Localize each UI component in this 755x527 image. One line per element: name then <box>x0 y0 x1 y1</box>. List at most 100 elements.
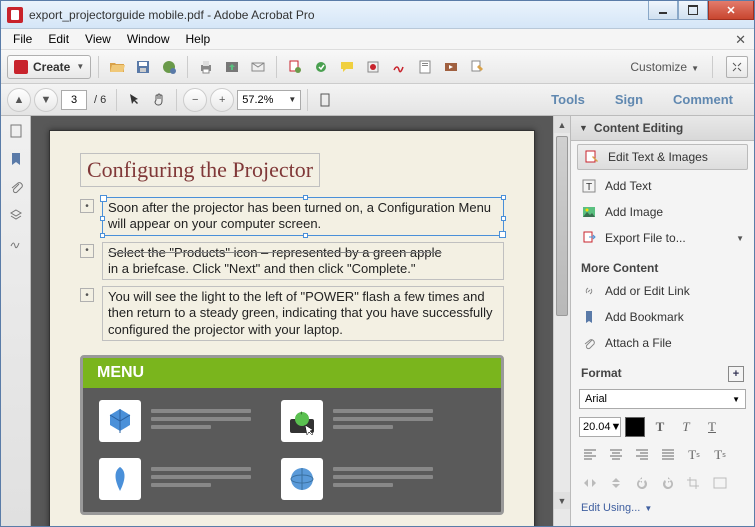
document-area[interactable]: Configuring the Projector • Soon after t… <box>31 116 553 526</box>
page-down-button[interactable]: ▼ <box>34 88 58 112</box>
scroll-down-icon[interactable]: ▼ <box>554 492 570 509</box>
flip-v-icon[interactable] <box>605 473 627 493</box>
scroll-thumb[interactable] <box>556 136 568 316</box>
layers-icon[interactable] <box>7 206 25 224</box>
tool-label: Add Text <box>605 179 651 193</box>
menu-file[interactable]: File <box>5 30 40 48</box>
select-tool-icon[interactable] <box>123 89 145 111</box>
menu-window[interactable]: Window <box>119 30 178 48</box>
email-icon[interactable] <box>247 56 269 78</box>
share-icon[interactable] <box>221 56 243 78</box>
signatures-icon[interactable] <box>7 234 25 252</box>
minimize-button[interactable] <box>648 1 678 20</box>
zoom-out-button[interactable]: − <box>183 88 207 112</box>
page-total: / 6 <box>90 94 110 106</box>
menu-view[interactable]: View <box>77 30 119 48</box>
hand-tool-icon[interactable] <box>148 89 170 111</box>
document-close-icon[interactable]: ✕ <box>735 32 746 48</box>
align-left-icon[interactable] <box>579 445 601 465</box>
font-size-input[interactable]: 20.04▼ <box>579 417 621 437</box>
tool-add-text[interactable]: TAdd Text <box>571 173 754 199</box>
expand-toolbar-icon[interactable] <box>726 56 748 78</box>
chevron-down-icon: ▼ <box>691 64 699 73</box>
heading-text[interactable]: Configuring the Projector <box>80 153 320 187</box>
replace-image-icon[interactable] <box>709 473 731 493</box>
tool-add-bookmark[interactable]: Add Bookmark <box>571 304 754 330</box>
section-more-content: More Content <box>571 255 754 278</box>
panel-header-content-editing[interactable]: ▼Content Editing <box>571 116 754 141</box>
font-value: Arial <box>585 393 607 405</box>
edit-using-link[interactable]: Edit Using...▼ <box>571 497 754 519</box>
crop-icon[interactable] <box>683 473 705 493</box>
flip-h-icon[interactable] <box>579 473 601 493</box>
outline-checkbox-row[interactable]: ✓Outline Text & Images <box>571 523 754 526</box>
paragraph-box[interactable]: You will see the light to the left of "P… <box>102 286 504 341</box>
underline-icon[interactable]: T <box>701 417 723 437</box>
close-button[interactable] <box>708 1 754 20</box>
bullet-marker[interactable]: • <box>80 288 94 302</box>
thumbnails-icon[interactable] <box>7 122 25 140</box>
bookmarks-icon[interactable] <box>7 150 25 168</box>
rotate-cw-icon[interactable] <box>657 473 679 493</box>
menu-edit[interactable]: Edit <box>40 30 77 48</box>
page-number-input[interactable] <box>61 90 87 110</box>
edit-tool-icon[interactable] <box>466 56 488 78</box>
font-family-select[interactable]: Arial▼ <box>579 389 746 409</box>
tool-attach-file[interactable]: Attach a File <box>571 330 754 356</box>
expand-format-icon[interactable]: + <box>728 366 744 382</box>
paragraph-selected[interactable]: Soon after the projector has been turned… <box>102 197 504 236</box>
tool-export-file[interactable]: Export File to...▼ <box>571 225 754 251</box>
italic-icon[interactable]: T <box>675 417 697 437</box>
align-justify-icon[interactable] <box>657 445 679 465</box>
tool-label: Export File to... <box>605 231 686 245</box>
tool-add-image[interactable]: Add Image <box>571 199 754 225</box>
create-button[interactable]: Create ▼ <box>7 55 91 79</box>
bullet-marker[interactable]: • <box>80 199 94 213</box>
align-right-icon[interactable] <box>631 445 653 465</box>
menu-help[interactable]: Help <box>178 30 219 48</box>
tool-add-link[interactable]: Add or Edit Link <box>571 278 754 304</box>
bookmark-icon <box>581 309 597 325</box>
open-icon[interactable] <box>106 56 128 78</box>
bullet-marker[interactable]: • <box>80 244 94 258</box>
superscript-icon[interactable]: Ts <box>683 445 705 465</box>
chevron-down-icon: ▼ <box>644 504 652 513</box>
bold-icon[interactable]: T <box>649 417 671 437</box>
text-color-swatch[interactable] <box>625 417 645 437</box>
zoom-select[interactable]: 57.2%▼ <box>237 90 301 110</box>
forms-icon[interactable] <box>414 56 436 78</box>
customize-label: Customize <box>630 60 687 74</box>
print-icon[interactable] <box>195 56 217 78</box>
page-up-button[interactable]: ▲ <box>7 88 31 112</box>
fit-page-icon[interactable] <box>314 89 336 111</box>
comment-icon[interactable] <box>336 56 358 78</box>
attachments-icon[interactable] <box>7 178 25 196</box>
tool-edit-text-images[interactable]: Edit Text & Images <box>577 144 748 170</box>
save-icon[interactable] <box>132 56 154 78</box>
multimedia-icon[interactable] <box>440 56 462 78</box>
tab-tools[interactable]: Tools <box>536 85 600 114</box>
tool-label: Add or Edit Link <box>605 284 690 298</box>
scroll-up-icon[interactable]: ▲ <box>554 116 570 133</box>
paragraph-box[interactable]: Select the "Products" icon – represented… <box>102 242 504 281</box>
rotate-ccw-icon[interactable] <box>631 473 653 493</box>
subscript-icon[interactable]: Ts <box>709 445 731 465</box>
section-format: Format+ <box>571 360 754 385</box>
attach-icon <box>581 335 597 351</box>
maximize-button[interactable] <box>678 1 708 20</box>
stamp-icon[interactable] <box>362 56 384 78</box>
save-web-icon[interactable] <box>158 56 180 78</box>
customize-button[interactable]: Customize ▼ <box>624 58 705 76</box>
tool-label: Add Bookmark <box>605 310 684 324</box>
tab-comment[interactable]: Comment <box>658 85 748 114</box>
tab-sign[interactable]: Sign <box>600 85 658 114</box>
action-icon[interactable] <box>310 56 332 78</box>
vertical-scrollbar[interactable]: ▲ ▼ <box>553 116 570 526</box>
convert-pdf-icon[interactable] <box>284 56 306 78</box>
image-menu-header: MENU <box>83 358 501 388</box>
embedded-image[interactable]: MENU <box>80 355 504 515</box>
align-center-icon[interactable] <box>605 445 627 465</box>
menu-bar: File Edit View Window Help ✕ <box>1 29 754 50</box>
sign-tool-icon[interactable] <box>388 56 410 78</box>
zoom-in-button[interactable]: + <box>210 88 234 112</box>
